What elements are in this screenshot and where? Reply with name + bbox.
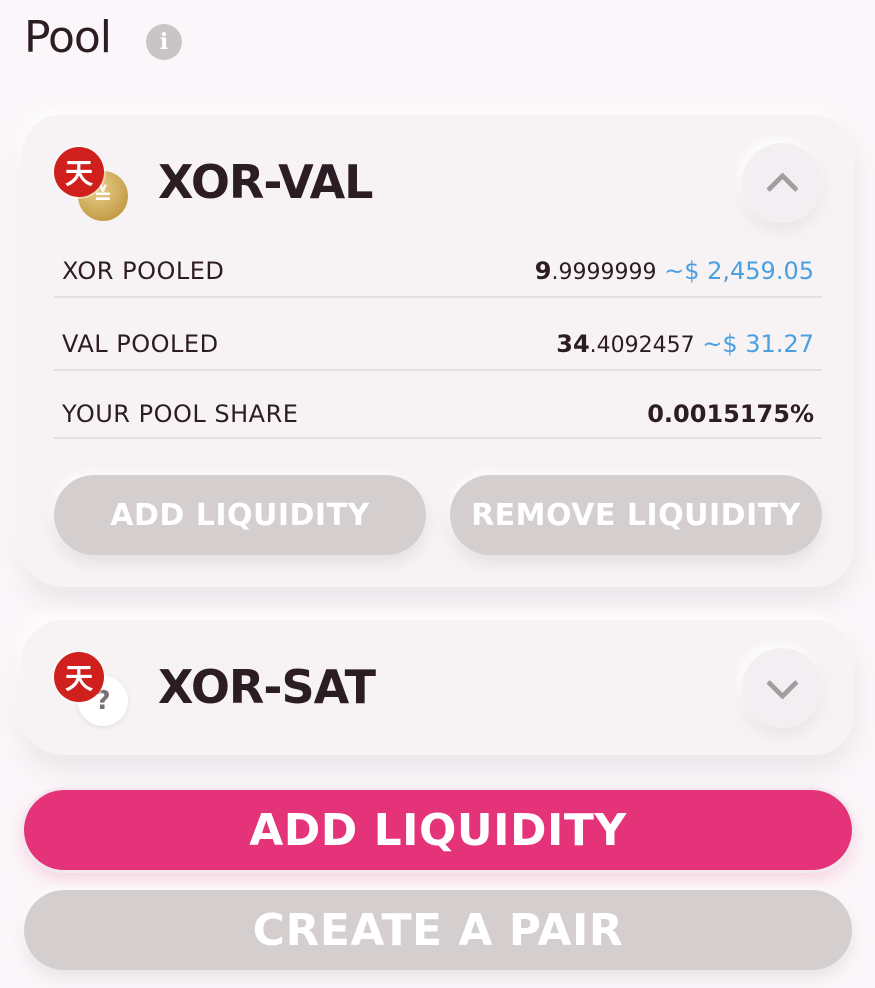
token-pair-icon: 天 ≚	[54, 147, 130, 223]
create-pair-button[interactable]: CREATE A PAIR	[24, 890, 852, 970]
page-title: Pool	[24, 12, 112, 63]
expand-pool-button[interactable]	[742, 648, 822, 728]
remove-liquidity-button[interactable]: REMOVE LIQUIDITY	[450, 475, 822, 555]
xor-pooled-value: 9.9999999 ~$ 2,459.05	[535, 257, 814, 285]
pool-share-value: 0.0015175%	[647, 400, 814, 428]
pool-card-xor-sat[interactable]: 天 ? XOR-SAT	[22, 620, 854, 755]
pool-pair-name: XOR-SAT	[158, 660, 376, 714]
chevron-up-icon	[765, 171, 799, 205]
xor-token-icon: 天	[54, 147, 104, 197]
val-pooled-usd: ~$ 31.27	[702, 330, 814, 358]
pool-pair-name: XOR-VAL	[158, 155, 373, 209]
divider	[54, 437, 822, 439]
xor-pooled-label: XOR POOLED	[62, 257, 225, 285]
xor-pooled-int: 9	[534, 257, 552, 285]
xor-pooled-dec: .9999999	[551, 260, 657, 285]
chevron-down-icon	[765, 666, 799, 700]
val-pooled-value: 34.4092457 ~$ 31.27	[556, 330, 814, 358]
xor-token-icon: 天	[54, 652, 104, 702]
val-pooled-int: 34	[556, 330, 590, 358]
pool-card-xor-val: 天 ≚ XOR-VAL XOR POOLED 9.9999999 ~$ 2,45…	[22, 115, 854, 587]
add-liquidity-pool-button[interactable]: ADD LIQUIDITY	[54, 475, 426, 555]
info-icon[interactable]: i	[146, 24, 182, 60]
xor-pooled-usd: ~$ 2,459.05	[664, 257, 814, 285]
collapse-pool-button[interactable]	[742, 143, 822, 223]
token-pair-icon: 天 ?	[54, 652, 130, 728]
val-pooled-dec: .4092457	[589, 333, 695, 358]
divider	[54, 369, 822, 371]
add-liquidity-button[interactable]: ADD LIQUIDITY	[24, 790, 852, 870]
val-pooled-label: VAL POOLED	[62, 330, 219, 358]
divider	[54, 296, 822, 298]
pool-share-label: YOUR POOL SHARE	[62, 400, 299, 428]
